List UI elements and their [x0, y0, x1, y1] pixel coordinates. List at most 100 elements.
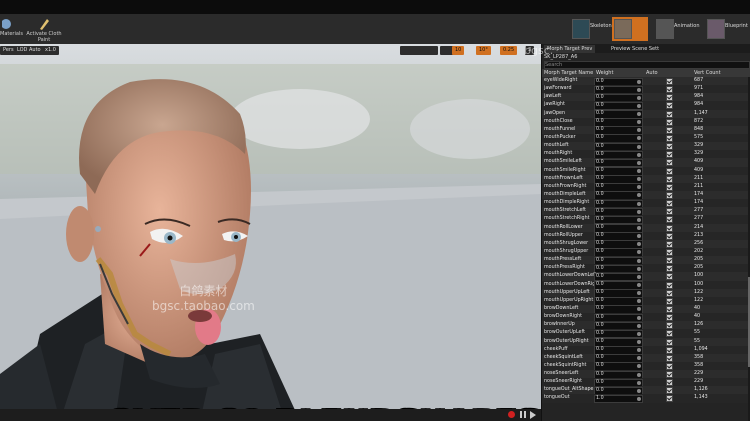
auto-checkbox[interactable]: [666, 305, 673, 313]
table-row[interactable]: mouthFunnel 0.0 848: [542, 125, 748, 135]
slider-icon[interactable]: [637, 112, 641, 117]
slider-icon[interactable]: [637, 380, 641, 385]
table-row[interactable]: mouthShrugLower 0.0 256: [542, 239, 748, 249]
scale-icon[interactable]: [424, 46, 438, 55]
auto-checkbox[interactable]: [666, 110, 673, 118]
table-row[interactable]: browDownRight 0.0 40: [542, 313, 748, 323]
slider-icon[interactable]: [637, 315, 641, 320]
activate-cloth-paint-button[interactable]: Activate Cloth Paint: [22, 17, 66, 43]
slider-icon[interactable]: [637, 283, 641, 288]
table-row[interactable]: noseSneerLeft 0.0 229: [542, 370, 748, 380]
auto-checkbox[interactable]: [666, 314, 673, 322]
slider-icon[interactable]: [637, 331, 641, 336]
slider-icon[interactable]: [637, 396, 641, 401]
slider-icon[interactable]: [637, 299, 641, 304]
table-row[interactable]: noseSneerRight 0.0 229: [542, 378, 748, 388]
table-row[interactable]: mouthDimpleRight 0.0 174: [542, 199, 748, 209]
search-input[interactable]: Search: [544, 61, 750, 69]
slider-icon[interactable]: [637, 291, 641, 296]
table-row[interactable]: browDownLeft 0.0 40: [542, 304, 748, 314]
auto-checkbox[interactable]: [666, 248, 673, 256]
slider-icon[interactable]: [637, 201, 641, 206]
slider-icon[interactable]: [637, 95, 641, 100]
auto-checkbox[interactable]: [666, 159, 673, 167]
col-morph-name[interactable]: Morph Target Name: [544, 70, 593, 76]
auto-checkbox[interactable]: [666, 289, 673, 297]
auto-checkbox[interactable]: [666, 257, 673, 265]
table-row[interactable]: mouthLeft 0.0 329: [542, 142, 748, 152]
table-row[interactable]: mouthSmileLeft 0.0 409: [542, 158, 748, 168]
preview-viewport[interactable]: Perspective LOD Auto x1.0 10 10° 0.25 3 …: [0, 44, 541, 421]
slider-icon[interactable]: [637, 266, 641, 271]
slider-icon[interactable]: [637, 136, 641, 141]
slider-icon[interactable]: [637, 209, 641, 214]
table-row[interactable]: mouthStretchLeft 0.0 277: [542, 207, 748, 217]
table-row[interactable]: jawForward 0.0 971: [542, 85, 748, 95]
auto-checkbox[interactable]: [666, 297, 673, 305]
slider-icon[interactable]: [637, 144, 641, 149]
mode-skeleton[interactable]: Skeleton: [570, 17, 612, 41]
slider-icon[interactable]: [637, 79, 641, 84]
slider-icon[interactable]: [637, 128, 641, 133]
table-row[interactable]: cheekPuff 0.0 1,094: [542, 345, 748, 355]
auto-checkbox[interactable]: [666, 126, 673, 134]
slider-icon[interactable]: [637, 217, 641, 222]
auto-checkbox[interactable]: [666, 224, 673, 232]
auto-checkbox[interactable]: [666, 379, 673, 387]
auto-checkbox[interactable]: [666, 167, 673, 175]
auto-checkbox[interactable]: [666, 273, 673, 281]
table-row[interactable]: mouthStretchRight 0.0 277: [542, 215, 748, 225]
auto-checkbox[interactable]: [666, 191, 673, 199]
table-row[interactable]: mouthRight 0.0 329: [542, 150, 748, 160]
auto-checkbox[interactable]: [666, 346, 673, 354]
slider-icon[interactable]: [637, 152, 641, 157]
auto-checkbox[interactable]: [666, 387, 673, 395]
table-row[interactable]: jawRight 0.0 984: [542, 101, 748, 111]
table-row[interactable]: mouthPressLeft 0.0 205: [542, 256, 748, 266]
table-row[interactable]: mouthLowerDownLeft 0.0 100: [542, 272, 748, 282]
table-row[interactable]: jawOpen 0.0 1,147: [542, 109, 748, 119]
auto-checkbox[interactable]: [666, 78, 673, 85]
col-vert-count[interactable]: Vert Count: [694, 70, 721, 76]
slider-icon[interactable]: [637, 103, 641, 108]
mode-animation[interactable]: Animation: [654, 17, 700, 41]
materials-button[interactable]: Materials: [0, 17, 23, 43]
slider-icon[interactable]: [637, 340, 641, 344]
slider-icon[interactable]: [637, 169, 641, 174]
auto-checkbox[interactable]: [666, 362, 673, 370]
slider-icon[interactable]: [637, 87, 641, 92]
table-row[interactable]: cheekSquintLeft 0.0 358: [542, 353, 748, 363]
grid-snap-value[interactable]: 10: [452, 46, 465, 55]
auto-checkbox[interactable]: [666, 338, 673, 346]
slider-icon[interactable]: [637, 364, 641, 369]
auto-checkbox[interactable]: [666, 232, 673, 240]
table-row[interactable]: tongueOut 1.0 1,143: [542, 394, 748, 404]
lod-button[interactable]: LOD Auto: [14, 46, 44, 55]
auto-checkbox[interactable]: [666, 86, 673, 94]
slider-icon[interactable]: [637, 177, 641, 182]
table-row[interactable]: mouthDimpleLeft 0.0 174: [542, 190, 748, 200]
pause-icon[interactable]: [520, 411, 526, 418]
auto-checkbox[interactable]: [666, 151, 673, 159]
auto-checkbox[interactable]: [666, 200, 673, 208]
table-row[interactable]: eyeWideRight 0.0 687: [542, 77, 748, 86]
slider-icon[interactable]: [637, 388, 641, 393]
auto-checkbox[interactable]: [666, 265, 673, 273]
slider-icon[interactable]: [637, 234, 641, 239]
play-icon[interactable]: [530, 411, 536, 419]
auto-checkbox[interactable]: [666, 94, 673, 102]
scale-snap-value[interactable]: 0.25: [500, 46, 518, 55]
auto-checkbox[interactable]: [666, 395, 673, 403]
slider-icon[interactable]: [637, 185, 641, 190]
slider-icon[interactable]: [637, 226, 641, 231]
col-auto[interactable]: Auto: [646, 70, 658, 76]
auto-checkbox[interactable]: [666, 330, 673, 338]
slider-icon[interactable]: [637, 348, 641, 353]
auto-checkbox[interactable]: [666, 102, 673, 110]
auto-checkbox[interactable]: [666, 354, 673, 362]
slider-icon[interactable]: [637, 323, 641, 328]
auto-checkbox[interactable]: [666, 240, 673, 248]
slider-icon[interactable]: [637, 372, 641, 377]
table-row[interactable]: mouthPucker 0.0 575: [542, 133, 748, 143]
table-row[interactable]: mouthSmileRight 0.0 409: [542, 166, 748, 176]
